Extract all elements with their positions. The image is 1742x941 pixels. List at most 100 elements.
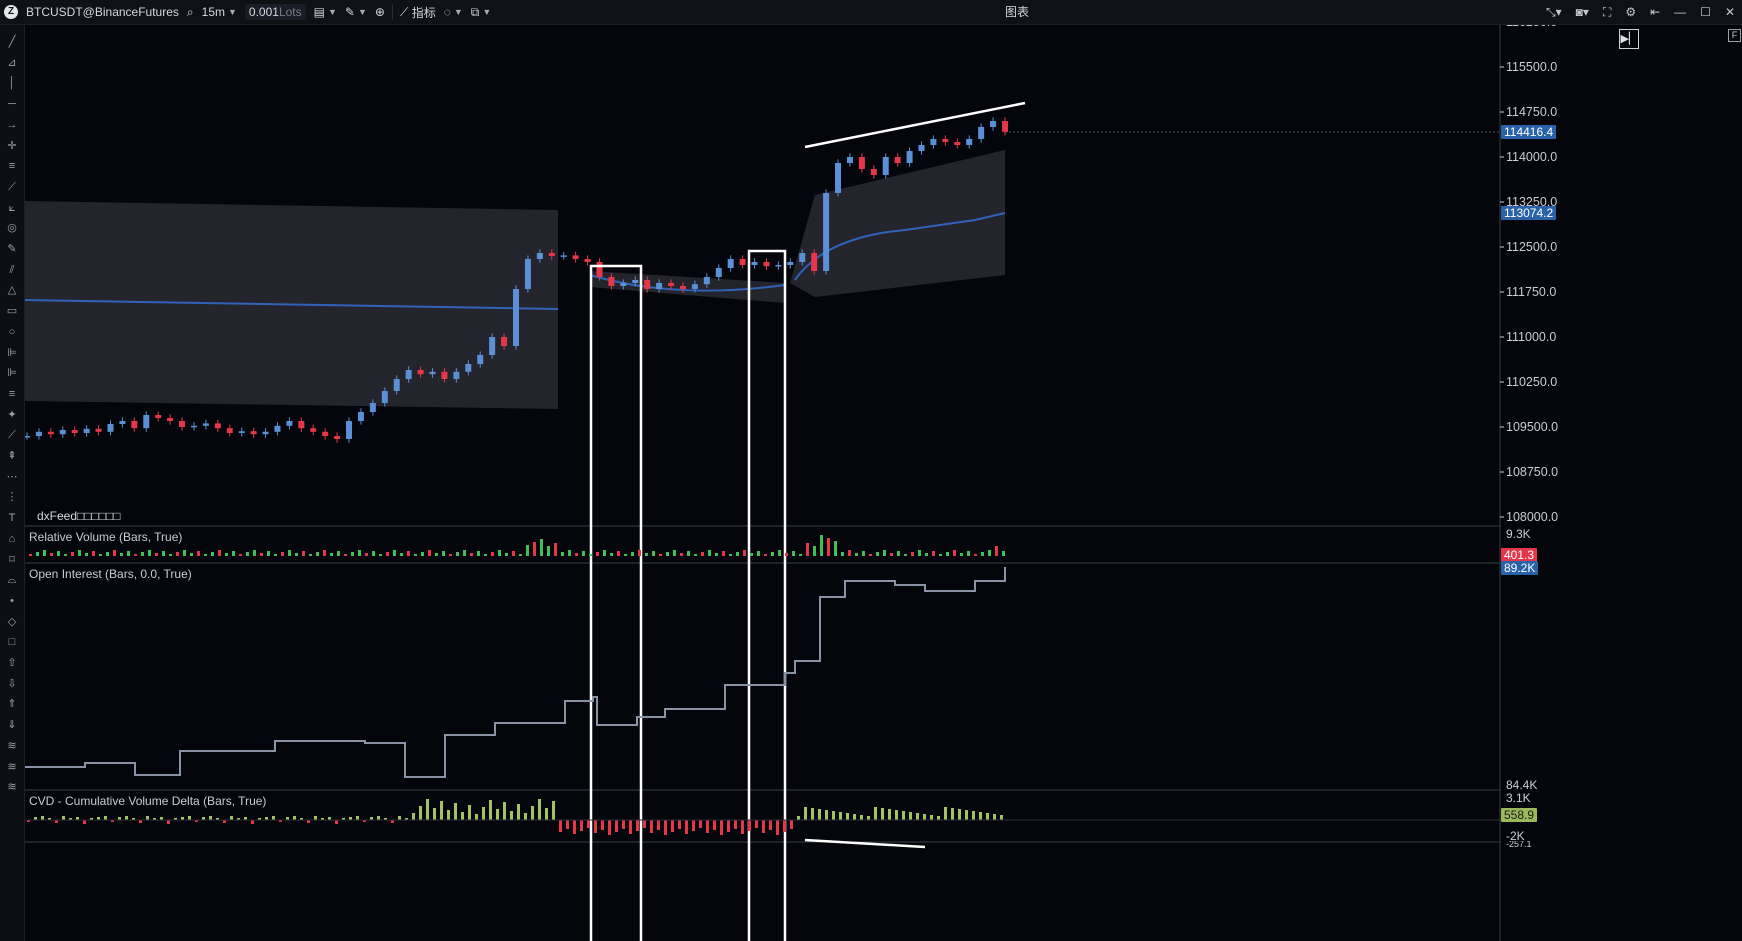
- candle-body: [513, 289, 519, 346]
- drawing-tool-icon[interactable]: ⇞: [0, 447, 24, 465]
- layout-dropdown[interactable]: ⧉ ▼: [467, 0, 496, 24]
- drawing-tool-icon[interactable]: ⌓: [0, 571, 24, 589]
- cvd-bar: [923, 814, 926, 820]
- drawing-tool-icon[interactable]: ≡: [0, 385, 24, 403]
- drawing-tool-icon[interactable]: ⌂: [0, 530, 24, 548]
- drawing-tool-icon[interactable]: ⟀: [0, 199, 24, 217]
- drawing-tool-icon[interactable]: ─: [0, 95, 24, 113]
- indicators-button[interactable]: ⟋ 指标: [396, 0, 440, 24]
- volume-bar: [561, 552, 564, 556]
- chart-canvas[interactable]: 116250.0115500.0114750.0114000.0113250.0…: [25, 25, 1740, 941]
- gear-icon[interactable]: ⚙: [1625, 5, 1636, 19]
- volume-bar: [967, 551, 970, 556]
- zoom-button[interactable]: ⊕: [371, 0, 389, 24]
- drawing-tool-icon[interactable]: │: [0, 74, 24, 92]
- cvd-bar: [272, 816, 275, 820]
- cvd-bar: [748, 820, 751, 831]
- symbol-search-icon[interactable]: ⌕: [183, 0, 198, 24]
- drawing-tool-icon[interactable]: ≋: [0, 778, 24, 796]
- volume-bar: [351, 552, 354, 556]
- drawing-tool-icon[interactable]: •: [0, 592, 24, 610]
- candle-body: [83, 428, 90, 433]
- drawing-tool-icon[interactable]: ⇩: [0, 675, 24, 693]
- volume-bar: [379, 554, 382, 556]
- volume-bar: [743, 550, 746, 556]
- close-icon[interactable]: ✕: [1725, 5, 1735, 19]
- cvd-bar: [671, 820, 674, 832]
- volume-bar: [197, 551, 200, 556]
- drawing-tool-icon[interactable]: ⊫: [0, 364, 24, 382]
- cvd-bar: [643, 820, 646, 828]
- drawing-tool-icon[interactable]: ≋: [0, 758, 24, 776]
- maximize-icon[interactable]: ☐: [1700, 5, 1711, 19]
- drawing-tool-icon[interactable]: ⊿: [0, 54, 24, 72]
- candle-body: [846, 157, 853, 163]
- drawing-tool-icon[interactable]: ╱: [0, 33, 24, 51]
- fullscreen-icon[interactable]: ⛶: [1603, 5, 1611, 20]
- lots-field[interactable]: 0.001Lots: [241, 0, 310, 24]
- cvd-bar: [699, 820, 702, 828]
- volume-bar: [512, 551, 515, 556]
- volume-bar: [302, 551, 305, 556]
- crosshair-icon: ◌: [443, 5, 451, 19]
- candle-body: [95, 428, 102, 432]
- volume-bar: [281, 552, 284, 556]
- volume-bar: [372, 551, 375, 556]
- cvd-bar: [167, 820, 170, 824]
- cvd-bar: [468, 805, 471, 820]
- chart-type-dropdown[interactable]: ▤ ▼: [310, 0, 341, 24]
- link-icon[interactable]: ⤡▾: [1546, 5, 1562, 20]
- volume-bar: [554, 543, 557, 556]
- auto-fit-button[interactable]: F: [1728, 29, 1741, 42]
- symbol-selector[interactable]: BTCUSDT@BinanceFutures: [22, 0, 183, 24]
- drawing-tool-icon[interactable]: ⌑: [0, 551, 24, 569]
- timeframe-dropdown[interactable]: 15m ▼: [198, 0, 241, 24]
- volume-bar: [106, 552, 109, 556]
- candle-body: [799, 253, 806, 262]
- drawing-tool-icon[interactable]: ≋: [0, 737, 24, 755]
- drawing-dropdown[interactable]: ✎ ▼: [341, 0, 371, 24]
- scroll-to-end-button[interactable]: ▶▏: [1619, 29, 1639, 49]
- drawing-tool-icon[interactable]: ⇓: [0, 716, 24, 734]
- drawing-tool-icon[interactable]: ⋮: [0, 488, 24, 506]
- candle-body: [322, 431, 329, 436]
- drawing-tool-icon[interactable]: ✦: [0, 406, 24, 424]
- drawing-tool-icon[interactable]: →: [0, 116, 24, 134]
- volume-bar: [953, 550, 956, 556]
- cvd-bar: [755, 820, 758, 828]
- drawing-tool-icon[interactable]: ⋯: [0, 468, 24, 486]
- highlight-box: [589, 264, 643, 941]
- crosshair-dropdown[interactable]: ◌ ▼: [440, 0, 467, 24]
- candle-body: [238, 431, 245, 433]
- drawing-tool-icon[interactable]: ≡: [0, 157, 24, 175]
- drawing-tool-icon[interactable]: △: [0, 281, 24, 299]
- camera-icon[interactable]: ◙▾: [1576, 5, 1589, 19]
- drawing-tool-icon[interactable]: ⇧: [0, 654, 24, 672]
- drawing-tool-icon[interactable]: ⟋: [0, 426, 24, 444]
- candle-body: [107, 424, 114, 432]
- drawing-tool-icon[interactable]: ✛: [0, 137, 24, 155]
- drawing-tool-icon[interactable]: ⇑: [0, 695, 24, 713]
- drawing-tool-icon[interactable]: ◇: [0, 613, 24, 631]
- drawing-tool-icon[interactable]: ▭: [0, 302, 24, 320]
- drawing-tool-icon[interactable]: ⟋: [0, 178, 24, 196]
- cvd-bar: [720, 820, 723, 835]
- candle-body: [596, 262, 603, 277]
- drawing-tool-icon[interactable]: ○: [0, 323, 24, 341]
- drawing-tool-icon[interactable]: ⫽: [0, 261, 24, 279]
- cvd-bar: [580, 820, 583, 831]
- pin-icon[interactable]: ⇤: [1650, 5, 1660, 19]
- drawing-tool-icon[interactable]: ⊫: [0, 344, 24, 362]
- drawing-tool-icon[interactable]: T: [0, 509, 24, 527]
- minimize-icon[interactable]: —: [1674, 5, 1686, 19]
- cvd-pane-title: CVD - Cumulative Volume Delta (Bars, Tru…: [29, 794, 267, 808]
- volume-bar: [211, 552, 214, 556]
- volume-bar: [904, 554, 907, 556]
- drawing-tool-icon[interactable]: □: [0, 633, 24, 651]
- chart-area[interactable]: 116250.0115500.0114750.0114000.0113250.0…: [25, 25, 1741, 941]
- cvd-bar: [867, 816, 870, 820]
- volume-bar: [820, 535, 823, 556]
- drawing-tool-icon[interactable]: ✎: [0, 240, 24, 258]
- cvd-bar: [846, 813, 849, 820]
- drawing-tool-icon[interactable]: ◎: [0, 219, 24, 237]
